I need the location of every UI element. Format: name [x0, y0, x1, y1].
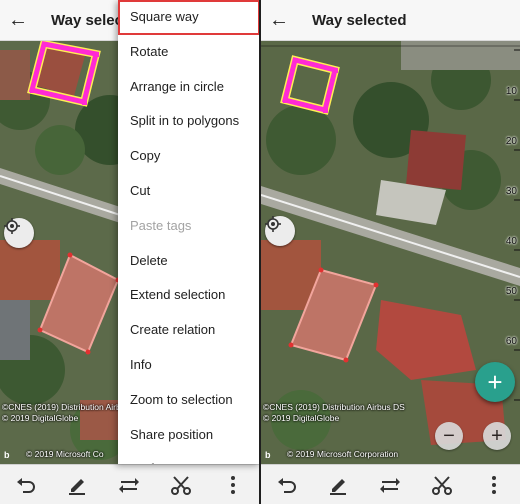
- gps-button[interactable]: [4, 218, 34, 248]
- menu-item-extend-selection[interactable]: Extend selection: [118, 278, 259, 313]
- more-vert-icon: [231, 476, 236, 494]
- menu-item-info[interactable]: Info: [118, 348, 259, 383]
- scale-label: 40: [505, 236, 517, 247]
- edit-tags-button[interactable]: [319, 465, 359, 504]
- undo-button[interactable]: [6, 465, 46, 504]
- gps-icon: [4, 218, 20, 234]
- undo-button[interactable]: [267, 465, 307, 504]
- screen: ← Way selected ©CNES (2019) Distribution…: [0, 0, 520, 504]
- scale-label: 30: [505, 186, 517, 197]
- back-arrow-icon[interactable]: ←: [261, 0, 297, 40]
- more-button[interactable]: [474, 465, 514, 504]
- svg-text:b: b: [265, 450, 271, 460]
- scale-label: 10: [505, 86, 517, 97]
- scale-label: 60: [505, 336, 517, 347]
- scale-label: 50: [505, 286, 517, 297]
- attribution-line-2: © 2019 DigitalGlobe: [2, 413, 79, 423]
- bottom-toolbar: [261, 464, 520, 504]
- menu-item-split-polygons[interactable]: Split in to polygons: [118, 104, 259, 139]
- scale-label: 20: [505, 136, 517, 147]
- zoom-out-button[interactable]: −: [435, 422, 463, 450]
- map-view[interactable]: 10 20 30 40 50 60 70 80 + − + ©CN: [261, 40, 520, 464]
- satellite-imagery: [261, 40, 520, 464]
- more-button[interactable]: [213, 465, 253, 504]
- app-bar: ← Way selected: [261, 0, 520, 41]
- add-button[interactable]: +: [475, 362, 515, 402]
- svg-text:b: b: [4, 450, 10, 460]
- attribution-line-1: ©CNES (2019) Distribution Airbus: [2, 402, 130, 412]
- bottom-toolbar: [0, 464, 259, 504]
- attribution-line-1: ©CNES (2019) Distribution Airbus DS: [263, 402, 405, 412]
- attribution-line-2: © 2019 DigitalGlobe: [263, 413, 340, 423]
- split-button[interactable]: [422, 465, 462, 504]
- menu-item-rotate[interactable]: Rotate: [118, 35, 259, 70]
- gps-button[interactable]: [265, 216, 295, 246]
- undo-icon: [16, 478, 35, 493]
- menu-item-arrange-in-circle[interactable]: Arrange in circle: [118, 70, 259, 105]
- menu-item-cut[interactable]: Cut: [118, 174, 259, 209]
- menu-item-prefs[interactable]: Prefs: [118, 452, 259, 464]
- menu-item-paste-tags: Paste tags: [130, 217, 192, 233]
- split-button[interactable]: [161, 465, 201, 504]
- menu-item-copy[interactable]: Copy: [118, 139, 259, 174]
- undo-icon: [277, 478, 296, 493]
- menu-item-share-position[interactable]: Share position: [118, 418, 259, 453]
- page-title: Way selected: [312, 11, 407, 29]
- more-vert-icon: [492, 476, 497, 494]
- pencil-icon: [68, 479, 85, 495]
- back-arrow-icon[interactable]: ←: [0, 0, 36, 40]
- attribution-line-3: © 2019 Microsoft Co: [26, 449, 104, 459]
- zoom-in-button[interactable]: +: [483, 422, 511, 450]
- swap-arrows-icon: [380, 478, 401, 493]
- menu-item-zoom-to-selection[interactable]: Zoom to selection: [118, 383, 259, 418]
- scissors-icon: [171, 476, 192, 495]
- pencil-icon: [329, 479, 346, 495]
- swap-arrows-icon: [119, 478, 140, 493]
- bing-logo: b: [4, 448, 24, 460]
- menu-item-delete[interactable]: Delete: [118, 244, 259, 279]
- left-panel: ← Way selected ©CNES (2019) Distribution…: [0, 0, 259, 504]
- reverse-way-button[interactable]: [370, 465, 410, 504]
- menu-item-create-relation[interactable]: Create relation: [118, 313, 259, 348]
- menu-item-square-way[interactable]: Square way: [118, 0, 259, 35]
- edit-tags-button[interactable]: [58, 465, 98, 504]
- bing-logo: b: [265, 448, 285, 460]
- right-panel: ← Way selected 10 20 30 40 50 60 + − + ©…: [261, 0, 520, 504]
- overflow-menu: Square way Rotate Arrange in circle Spli…: [118, 0, 259, 464]
- attribution-line-3: © 2019 Microsoft Corporation: [287, 449, 399, 459]
- reverse-way-button[interactable]: [109, 465, 149, 504]
- gps-icon: [265, 216, 281, 232]
- scissors-icon: [432, 476, 453, 495]
